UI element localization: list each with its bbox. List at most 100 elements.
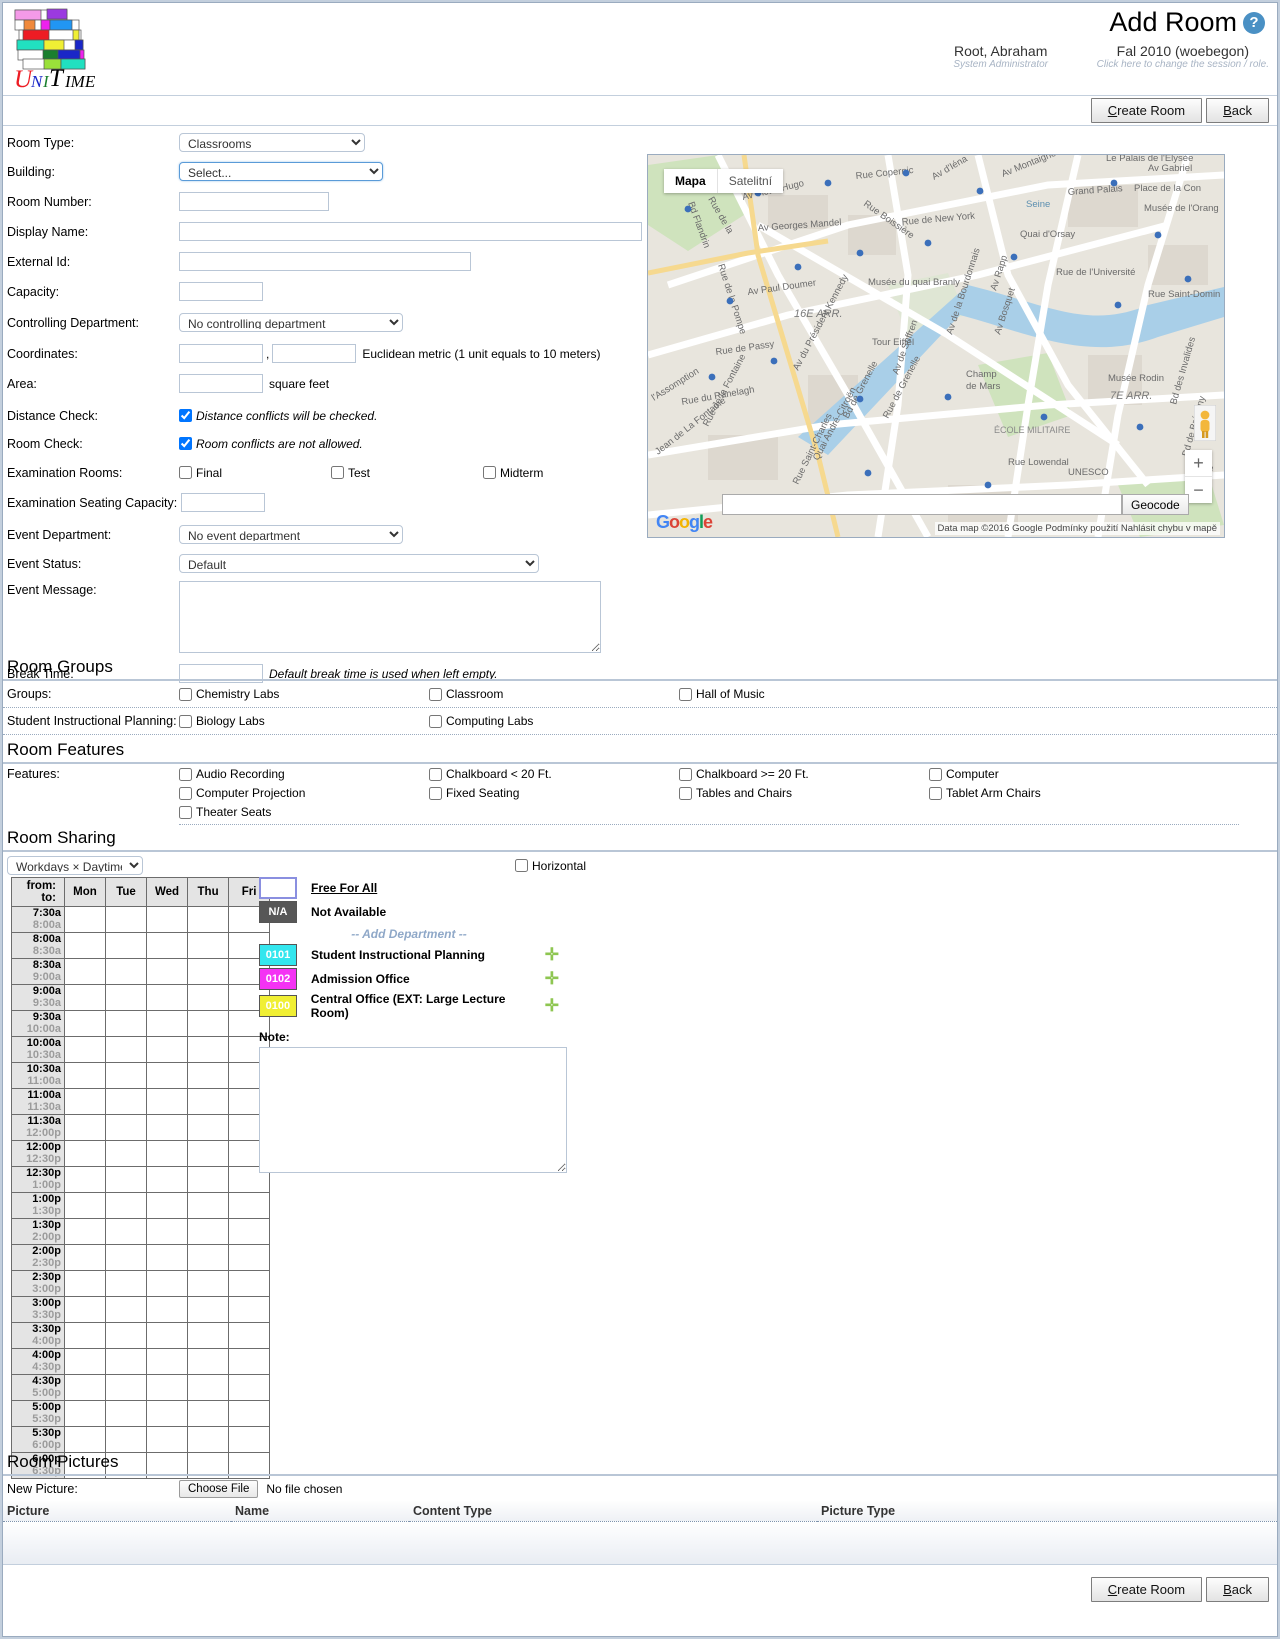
sharing-cell[interactable] <box>105 1010 147 1037</box>
capacity-input[interactable] <box>179 282 263 301</box>
sharing-cell[interactable] <box>228 1244 271 1271</box>
legend-label-free-for-all[interactable]: Free For All <box>311 881 377 895</box>
zoom-out-button[interactable]: − <box>1185 477 1212 503</box>
sharing-cell[interactable] <box>64 1400 106 1427</box>
sharing-cell[interactable] <box>64 1036 106 1063</box>
exam-room-option-midterm[interactable]: Midterm <box>483 466 543 480</box>
sharing-cell[interactable] <box>145 1270 189 1297</box>
group-biology-labs-checkbox[interactable] <box>179 714 192 728</box>
sharing-cell[interactable] <box>187 1218 230 1245</box>
group-computing-labs-checkbox[interactable] <box>429 714 442 728</box>
sharing-cell[interactable] <box>64 1114 106 1141</box>
sharing-cell[interactable] <box>105 1192 147 1219</box>
feature-item-computer-projection[interactable]: Computer Projection <box>179 786 429 800</box>
back-button-top[interactable]: Back <box>1206 98 1269 123</box>
feature-audio-recording-checkbox[interactable] <box>179 767 192 781</box>
sharing-cell[interactable] <box>187 1270 230 1297</box>
sharing-cell[interactable] <box>64 1062 106 1089</box>
sharing-cell[interactable] <box>145 1296 189 1323</box>
session-info[interactable]: Fal 2010 (woebegon) Click here to change… <box>1097 43 1269 70</box>
sharing-cell[interactable] <box>105 1348 147 1375</box>
back-button-bottom[interactable]: Back <box>1206 1577 1269 1602</box>
sharing-cell[interactable] <box>105 1218 147 1245</box>
sharing-cell[interactable] <box>187 958 230 985</box>
feature-chalkboard-lt-20-checkbox[interactable] <box>429 767 442 781</box>
feature-tablet-arm-chairs-checkbox[interactable] <box>929 786 942 800</box>
sharing-cell[interactable] <box>105 1322 147 1349</box>
sharing-cell[interactable] <box>145 906 189 933</box>
sharing-cell[interactable] <box>64 1270 106 1297</box>
sharing-cell[interactable] <box>105 984 147 1011</box>
feature-item-fixed-seating[interactable]: Fixed Seating <box>429 786 679 800</box>
map-zoom-control[interactable]: + − <box>1185 450 1212 503</box>
sharing-cell[interactable] <box>105 932 147 959</box>
building-select[interactable]: Select... <box>179 162 383 181</box>
geocode-button[interactable]: Geocode <box>1122 494 1189 515</box>
department-row-0102[interactable]: 0102 Admission Office ✛ <box>259 968 559 990</box>
add-icon-0100[interactable]: ✛ <box>545 996 559 1016</box>
create-room-button-top[interactable]: Create Room <box>1090 98 1203 123</box>
sharing-cell[interactable] <box>187 1114 230 1141</box>
feature-item-chalkboard-lt-20[interactable]: Chalkboard < 20 Ft. <box>429 767 679 781</box>
sharing-cell[interactable] <box>64 1322 106 1349</box>
sharing-cell[interactable] <box>145 1010 189 1037</box>
sharing-cell[interactable] <box>64 1088 106 1115</box>
sharing-cell[interactable] <box>187 906 230 933</box>
sharing-cell[interactable] <box>64 1192 106 1219</box>
legend-item-not-available[interactable]: N/A Not Available <box>259 901 567 923</box>
sharing-cell[interactable] <box>105 1270 147 1297</box>
controlling-department-select[interactable]: No controlling department <box>179 313 403 332</box>
sharing-cell[interactable] <box>187 1088 230 1115</box>
sharing-cell[interactable] <box>105 1036 147 1063</box>
group-item-hall-of-music[interactable]: Hall of Music <box>679 687 929 701</box>
sharing-cell[interactable] <box>105 1062 147 1089</box>
sharing-cell[interactable] <box>145 1244 189 1271</box>
room-check-checkbox[interactable] <box>179 437 192 450</box>
group-item-chemistry-labs[interactable]: Chemistry Labs <box>179 687 429 701</box>
horizontal-checkbox[interactable] <box>515 859 528 872</box>
feature-computer-checkbox[interactable] <box>929 767 942 781</box>
sharing-cell[interactable] <box>187 1036 230 1063</box>
sharing-cell[interactable] <box>105 1140 147 1167</box>
event-department-select[interactable]: No event department <box>179 525 403 544</box>
map-tab-satellite[interactable]: Satelitní <box>718 169 783 193</box>
sharing-cell[interactable] <box>187 1348 230 1375</box>
sharing-cell[interactable] <box>145 1140 189 1167</box>
area-input[interactable] <box>179 374 263 393</box>
sharing-cell[interactable] <box>187 932 230 959</box>
note-textarea[interactable] <box>259 1047 567 1173</box>
exam-room-option-final[interactable]: Final <box>179 466 331 480</box>
sharing-cell[interactable] <box>145 1218 189 1245</box>
sharing-cell[interactable] <box>64 984 106 1011</box>
group-item-classroom[interactable]: Classroom <box>429 687 679 701</box>
sharing-cell[interactable] <box>64 1218 106 1245</box>
sharing-cell[interactable] <box>228 1348 271 1375</box>
location-map[interactable]: Rue Copernic Av Victor Hugo Rue Boissièr… <box>647 154 1225 538</box>
sharing-cell[interactable] <box>228 1218 271 1245</box>
sharing-cell[interactable] <box>228 1270 271 1297</box>
add-icon-0101[interactable]: ✛ <box>545 945 559 965</box>
sharing-cell[interactable] <box>105 1244 147 1271</box>
group-item-biology-labs[interactable]: Biology Labs <box>179 714 429 728</box>
sharing-cell[interactable] <box>64 1296 106 1323</box>
sharing-cell[interactable] <box>228 1296 271 1323</box>
legend-item-free-for-all[interactable]: Free For All <box>259 877 567 899</box>
feature-item-chalkboard-gte-20[interactable]: Chalkboard >= 20 Ft. <box>679 767 929 781</box>
sharing-cell[interactable] <box>64 958 106 985</box>
group-chemistry-labs-checkbox[interactable] <box>179 687 192 701</box>
department-row-0101[interactable]: 0101 Student Instructional Planning ✛ <box>259 944 559 966</box>
sharing-cell[interactable] <box>105 1374 147 1401</box>
sharing-cell[interactable] <box>145 1088 189 1115</box>
sharing-cell[interactable] <box>105 1114 147 1141</box>
sharing-cell[interactable] <box>64 1166 106 1193</box>
event-status-select[interactable]: Default <box>179 554 539 573</box>
sharing-cell[interactable] <box>145 1400 189 1427</box>
add-icon-0102[interactable]: ✛ <box>545 969 559 989</box>
examination-seating-capacity-input[interactable] <box>181 493 266 512</box>
department-swatch-0100[interactable]: 0100 <box>259 995 297 1017</box>
sharing-cell[interactable] <box>187 1296 230 1323</box>
user-info[interactable]: Root, Abraham System Administrator <box>927 43 1075 70</box>
sharing-cell[interactable] <box>187 984 230 1011</box>
street-view-pegman-icon[interactable] <box>1193 404 1217 442</box>
legend-swatch-not-available[interactable]: N/A <box>259 901 297 923</box>
